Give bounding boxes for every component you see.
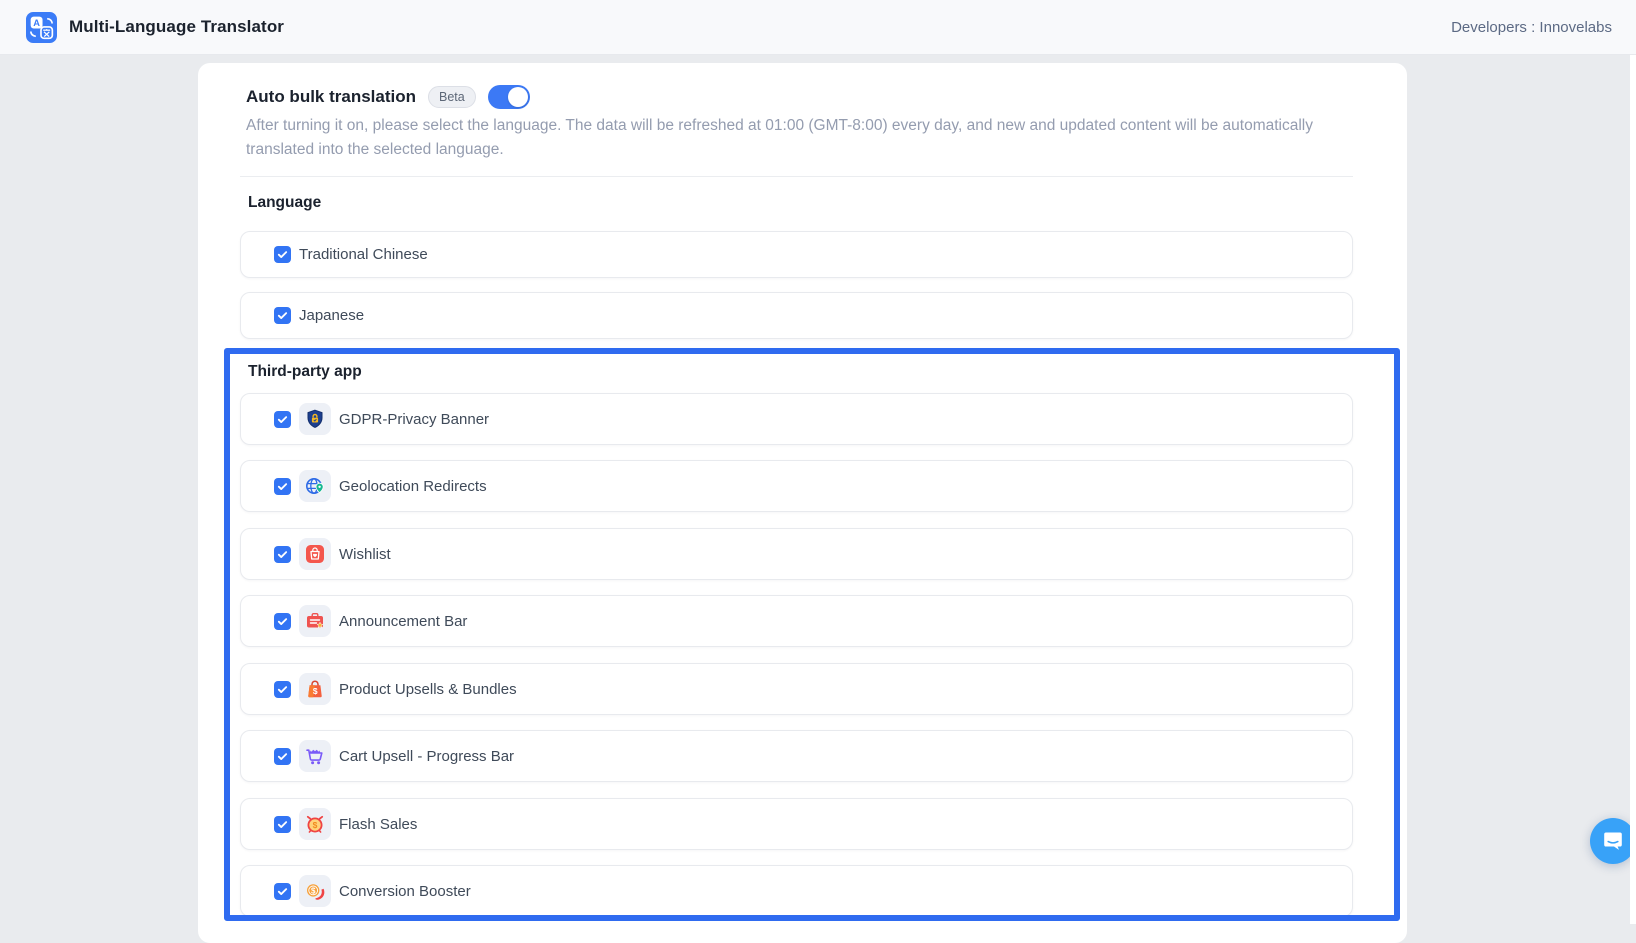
language-label: Japanese (299, 307, 364, 324)
cart-icon (299, 740, 331, 772)
toggle-knob (508, 87, 528, 107)
auto-bulk-title: Auto bulk translation (246, 87, 416, 107)
auto-bulk-toggle[interactable] (488, 85, 530, 109)
app-row-wishlist[interactable]: Wishlist (240, 528, 1353, 580)
checkbox-checked-icon[interactable] (274, 411, 291, 428)
checkbox-checked-icon[interactable] (274, 816, 291, 833)
svg-text:$: $ (313, 686, 318, 696)
vertical-scrollbar[interactable] (1630, 55, 1636, 924)
app-row-gdpr-privacy-banner[interactable]: GDPR-Privacy Banner (240, 393, 1353, 445)
app-label: Wishlist (339, 546, 391, 563)
app-row-product-upsells-bundles[interactable]: $ Product Upsells & Bundles (240, 663, 1353, 715)
checkbox-checked-icon[interactable] (274, 748, 291, 765)
language-row-japanese[interactable]: Japanese (240, 292, 1353, 339)
alarm-clock-icon: $ (299, 808, 331, 840)
language-row-traditional-chinese[interactable]: Traditional Chinese (240, 231, 1353, 278)
svg-text:A: A (33, 18, 40, 28)
account-label: Developers : Innovelabs (1451, 19, 1612, 36)
app-row-flash-sales[interactable]: $ Flash Sales (240, 798, 1353, 850)
app-label: Product Upsells & Bundles (339, 681, 517, 698)
app-row-geolocation-redirects[interactable]: Geolocation Redirects (240, 460, 1353, 512)
upsell-bag-icon: $ (299, 673, 331, 705)
app-row-conversion-booster[interactable]: $ Conversion Booster (240, 865, 1353, 917)
page-title: Multi-Language Translator (69, 17, 284, 37)
checkbox-checked-icon[interactable] (274, 307, 291, 324)
checkbox-checked-icon[interactable] (274, 546, 291, 563)
app-label: Cart Upsell - Progress Bar (339, 748, 514, 765)
language-label: Traditional Chinese (299, 246, 428, 263)
app-label: Geolocation Redirects (339, 478, 487, 495)
wishlist-bag-icon (299, 538, 331, 570)
app-label: Announcement Bar (339, 613, 467, 630)
checkbox-checked-icon[interactable] (274, 613, 291, 630)
announcement-icon (299, 605, 331, 637)
checkbox-checked-icon[interactable] (274, 883, 291, 900)
third-party-heading: Third-party app (248, 363, 362, 381)
app-label: Flash Sales (339, 816, 417, 833)
messenger-icon (1601, 829, 1625, 853)
app-label: GDPR-Privacy Banner (339, 411, 489, 428)
checkbox-checked-icon[interactable] (274, 681, 291, 698)
translate-icon: A (26, 12, 57, 43)
svg-text:$: $ (311, 886, 316, 895)
coin-boost-icon: $ (299, 875, 331, 907)
globe-pin-icon (299, 470, 331, 502)
app-row-announcement-bar[interactable]: Announcement Bar (240, 595, 1353, 647)
app-header: A Multi-Language Translator Developers :… (0, 0, 1636, 55)
app-label: Conversion Booster (339, 883, 471, 900)
auto-bulk-description: After turning it on, please select the l… (246, 114, 1354, 162)
checkbox-checked-icon[interactable] (274, 246, 291, 263)
auto-bulk-title-row: Auto bulk translation Beta (246, 84, 530, 110)
svg-text:$: $ (313, 820, 318, 830)
beta-badge: Beta (428, 86, 476, 108)
shield-lock-icon (299, 403, 331, 435)
language-heading: Language (248, 194, 321, 212)
settings-card: Auto bulk translation Beta After turning… (198, 63, 1407, 943)
section-divider (240, 176, 1353, 177)
app-row-cart-upsell-progress-bar[interactable]: Cart Upsell - Progress Bar (240, 730, 1353, 782)
checkbox-checked-icon[interactable] (274, 478, 291, 495)
